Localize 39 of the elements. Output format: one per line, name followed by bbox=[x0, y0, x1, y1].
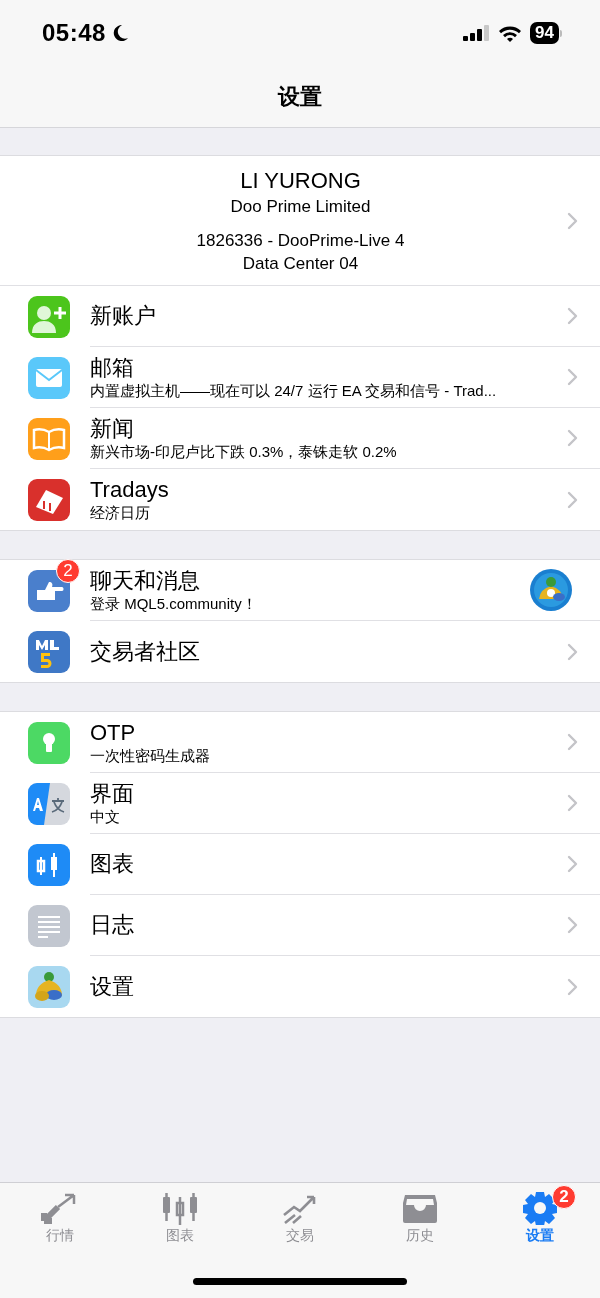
row-subtitle: 一次性密码生成器 bbox=[90, 745, 211, 765]
row-title: OTP bbox=[90, 719, 137, 746]
row-subtitle: 新兴市场-印尼卢比下跌 0.3%，泰铢走软 0.2% bbox=[90, 441, 398, 461]
account-name: LI YURONG bbox=[240, 168, 361, 194]
row-title: Tradays bbox=[90, 477, 170, 503]
settings-row[interactable]: 日志 bbox=[0, 895, 600, 956]
settings-row[interactable]: 新闻 新兴市场-印尼卢比下跌 0.3%，泰铢走软 0.2% bbox=[0, 408, 600, 469]
row-title: 图表 bbox=[90, 851, 135, 877]
notification-badge: 2 bbox=[56, 559, 80, 583]
settings-row[interactable]: 新账户 bbox=[0, 286, 600, 347]
row-title: 聊天和消息 bbox=[90, 567, 201, 594]
screen-title: 设置 bbox=[278, 82, 322, 111]
row-title: 交易者社区 bbox=[90, 638, 201, 665]
row-title: 设置 bbox=[90, 973, 135, 1000]
settings-row[interactable]: 界面 中文 bbox=[0, 773, 600, 834]
battery-level: 94 bbox=[535, 23, 554, 43]
row-subtitle: 中文 bbox=[90, 806, 121, 826]
settings-row[interactable]: Tradays 经济日历 bbox=[0, 469, 600, 530]
row-subtitle: 登录 MQL5.community！ bbox=[90, 593, 258, 613]
settings-row[interactable]: OTP 一次性密码生成器 bbox=[0, 712, 600, 773]
clock-time: 05:48 bbox=[42, 19, 106, 47]
row-title: 邮箱 bbox=[90, 354, 135, 381]
tab-button[interactable]: 2 设置 bbox=[480, 1183, 600, 1245]
account-card[interactable]: LI YURONG Doo Prime Limited 1826336 - DooPrime-Live 4 Data Center 04 bbox=[0, 155, 600, 286]
row-title: 新闻 bbox=[90, 415, 135, 442]
row-title: 日志 bbox=[90, 912, 135, 938]
row-subtitle: 经济日历 bbox=[90, 503, 151, 522]
row-title: 新账户 bbox=[90, 303, 157, 329]
settings-row[interactable]: 邮箱 内置虚拟主机——现在可以 24/7 运行 EA 交易和信号 - Trad... bbox=[0, 347, 600, 408]
settings-row[interactable]: 2 聊天和消息 登录 MQL5.community！ bbox=[0, 560, 600, 621]
data-center: Data Center 04 bbox=[242, 254, 359, 274]
server-name: 1826336 - DooPrime-Live 4 bbox=[196, 231, 405, 251]
notification-badge: 2 bbox=[552, 1185, 576, 1209]
company-name: Doo Prime Limited bbox=[230, 197, 371, 217]
settings-row[interactable]: 图表 bbox=[0, 834, 600, 895]
row-title: 界面 bbox=[90, 780, 135, 807]
settings-row[interactable]: 交易者社区 bbox=[0, 621, 600, 682]
row-subtitle: 内置虚拟主机——现在可以 24/7 运行 EA 交易和信号 - Trad... bbox=[90, 380, 498, 400]
settings-row[interactable]: 设置 bbox=[0, 956, 600, 1017]
